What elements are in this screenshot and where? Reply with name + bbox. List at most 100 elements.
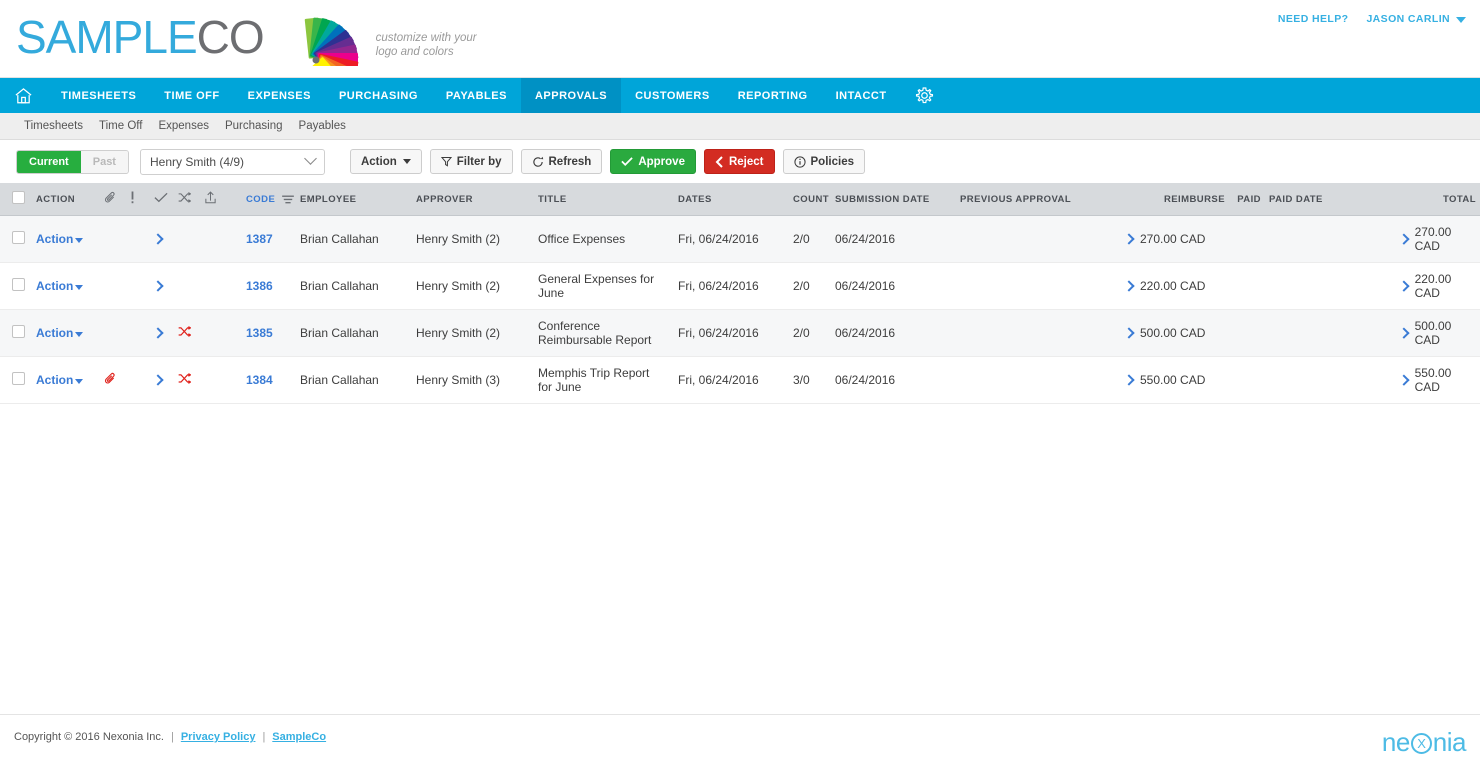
shuffle-icon[interactable]: [178, 326, 191, 337]
privacy-policy-link[interactable]: Privacy Policy: [181, 731, 256, 743]
nav-item-time-off[interactable]: TIME OFF: [150, 78, 233, 113]
refresh-button[interactable]: Refresh: [520, 149, 603, 174]
paperclip-icon[interactable]: [104, 372, 117, 385]
chevron-down-icon: [75, 237, 84, 243]
header-total[interactable]: TOTAL: [1400, 183, 1480, 216]
header-dates[interactable]: DATES: [678, 183, 793, 216]
row-paid-date: [1265, 309, 1400, 357]
chevron-right-icon[interactable]: [152, 280, 164, 292]
chevron-right-icon[interactable]: [1123, 280, 1135, 292]
header-reimburse[interactable]: REIMBURSE: [1125, 183, 1235, 216]
header-employee[interactable]: EMPLOYEE: [300, 183, 416, 216]
header-count[interactable]: COUNT: [793, 183, 835, 216]
header-submission-date[interactable]: SUBMISSION DATE: [835, 183, 960, 216]
subnav-item-purchasing[interactable]: Purchasing: [225, 120, 283, 132]
row-reimburse: 500.00 CAD: [1140, 326, 1206, 340]
nav-item-expenses[interactable]: EXPENSES: [234, 78, 325, 113]
chevron-right-icon[interactable]: [1398, 233, 1410, 245]
row-reimburse-cell: 500.00 CAD: [1123, 309, 1235, 357]
approver-select[interactable]: Henry Smith (4/9): [139, 148, 325, 175]
subnav-item-payables[interactable]: Payables: [299, 120, 346, 132]
sub-navigation: Timesheets Time Off Expenses Purchasing …: [0, 113, 1480, 140]
nav-item-approvals[interactable]: APPROVALS: [520, 78, 622, 113]
row-action-menu[interactable]: Action: [36, 326, 84, 340]
chevron-right-icon[interactable]: [1123, 327, 1135, 339]
table-row[interactable]: Action 1385 Brian Callahan Henry Smith (…: [0, 309, 1480, 357]
row-exception-cell: [130, 215, 154, 263]
approve-button[interactable]: Approve: [610, 149, 696, 174]
segment-past[interactable]: Past: [80, 150, 128, 173]
gear-icon[interactable]: [901, 78, 948, 113]
row-action-menu[interactable]: Action: [36, 279, 84, 293]
chevron-right-icon[interactable]: [152, 233, 164, 245]
segment-current[interactable]: Current: [17, 150, 81, 173]
nav-item-payables[interactable]: PAYABLES: [432, 78, 521, 113]
nav-item-customers[interactable]: CUSTOMERS: [621, 78, 724, 113]
logo-text-secondary: CO: [196, 11, 265, 63]
row-total: 270.00 CAD: [1414, 225, 1452, 253]
header-paid[interactable]: PAID: [1235, 183, 1265, 216]
row-exception-cell: [130, 262, 154, 310]
table-row[interactable]: Action 1384 Brian Callahan Henry Smith (…: [0, 356, 1480, 404]
select-all-checkbox[interactable]: [12, 191, 25, 204]
exclamation-icon: [130, 191, 135, 204]
chevron-right-icon[interactable]: [1123, 374, 1135, 386]
refresh-icon: [532, 156, 544, 168]
policies-button[interactable]: Policies: [782, 149, 865, 174]
row-attachment-cell: [104, 262, 130, 310]
approve-label: Approve: [638, 155, 685, 168]
header-paid-date[interactable]: PAID DATE: [1265, 183, 1400, 216]
user-menu[interactable]: JASON CARLIN: [1366, 13, 1466, 25]
row-approver: Henry Smith (3): [416, 356, 538, 404]
row-title: General Expenses for June: [538, 262, 678, 310]
chevron-right-icon[interactable]: [1398, 280, 1410, 292]
header-previous-approval[interactable]: PREVIOUS APPROVAL: [960, 183, 1125, 216]
nav-item-timesheets[interactable]: TIMESHEETS: [47, 78, 150, 113]
row-code-cell: 1386: [246, 262, 300, 310]
row-shuffle-cell: [178, 262, 204, 310]
row-checkbox[interactable]: [12, 372, 25, 385]
need-help-link[interactable]: NEED HELP?: [1278, 13, 1349, 25]
policies-label: Policies: [810, 155, 854, 168]
subnav-item-timesheets[interactable]: Timesheets: [24, 120, 83, 132]
table-row[interactable]: Action 1386 Brian Callahan Henry Smith (…: [0, 262, 1480, 310]
header-approver[interactable]: APPROVER: [416, 183, 538, 216]
header-attachment[interactable]: [104, 183, 130, 216]
table-row[interactable]: Action 1387 Brian Callahan Henry Smith (…: [0, 215, 1480, 263]
subnav-item-time-off[interactable]: Time Off: [99, 120, 142, 132]
row-checkbox[interactable]: [12, 231, 25, 244]
row-code-link[interactable]: 1385: [246, 326, 273, 340]
row-code-link[interactable]: 1387: [246, 232, 273, 246]
shuffle-icon[interactable]: [178, 373, 191, 384]
nav-item-reporting[interactable]: REPORTING: [724, 78, 822, 113]
footer-copyright-group: Copyright © 2016 Nexonia Inc. | Privacy Po…: [14, 731, 326, 743]
chevron-right-icon[interactable]: [1123, 233, 1135, 245]
row-code-link[interactable]: 1384: [246, 373, 273, 387]
header-shuffle[interactable]: [178, 183, 204, 216]
header-export[interactable]: [204, 183, 246, 216]
header-code[interactable]: CODE: [246, 183, 300, 216]
sort-icon: [282, 195, 295, 204]
row-action-menu[interactable]: Action: [36, 373, 84, 387]
nav-item-intacct[interactable]: INTACCT: [822, 78, 901, 113]
reject-button[interactable]: Reject: [703, 149, 775, 174]
subnav-item-expenses[interactable]: Expenses: [158, 120, 209, 132]
row-action-menu[interactable]: Action: [36, 232, 84, 246]
header-title[interactable]: TITLE: [538, 183, 678, 216]
header-approved[interactable]: [154, 183, 178, 216]
approver-select-value: Henry Smith (4/9): [149, 154, 245, 169]
chevron-right-icon[interactable]: [1398, 374, 1410, 386]
row-checkbox[interactable]: [12, 278, 25, 291]
home-icon[interactable]: [0, 78, 47, 113]
chevron-right-icon[interactable]: [1398, 327, 1410, 339]
row-reimburse-cell: 220.00 CAD: [1123, 262, 1235, 310]
header-exception[interactable]: [130, 183, 154, 216]
action-button[interactable]: Action: [349, 149, 422, 174]
filter-by-button[interactable]: Filter by: [429, 149, 513, 174]
row-code-link[interactable]: 1386: [246, 279, 273, 293]
row-checkbox[interactable]: [12, 325, 25, 338]
sampleco-link[interactable]: SampleCo: [272, 731, 326, 743]
chevron-right-icon[interactable]: [152, 327, 164, 339]
chevron-right-icon[interactable]: [152, 374, 164, 386]
nav-item-purchasing[interactable]: PURCHASING: [325, 78, 432, 113]
